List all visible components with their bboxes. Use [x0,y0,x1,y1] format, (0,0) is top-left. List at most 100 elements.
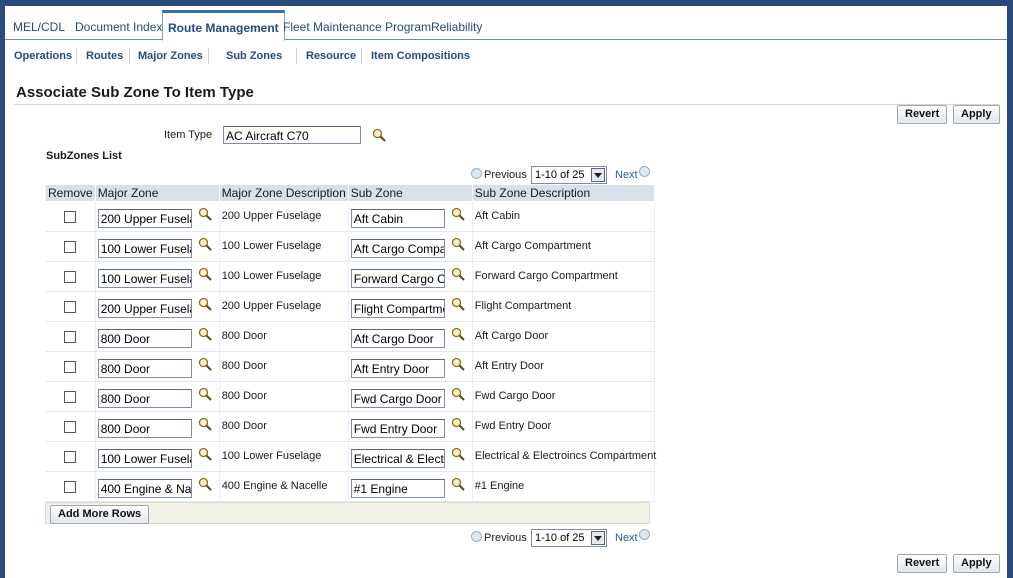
item-type-search-icon[interactable] [372,128,386,142]
sub-zone-input[interactable]: Electrical & Elect [350,449,445,468]
major-zone-cell: 200 Upper Fusela [95,201,220,232]
major-zone-input[interactable]: 100 Lower Fusela [97,239,192,258]
sub-zone-input[interactable]: Fwd Cargo Door [350,389,445,408]
sub-zone-description-cell: Aft Entry Door [472,351,655,382]
sub-zone-search-icon[interactable] [451,447,465,461]
remove-checkbox[interactable] [64,300,77,313]
tab-fleet-maintenance-program[interactable]: Fleet Maintenance Program [283,20,431,34]
subtab-operations[interactable]: Operations [14,50,72,62]
sub-tab-bar: Operations Routes Major Zones Sub Zones … [5,41,1007,71]
major-zone-description-cell: 800 Door [219,351,349,382]
sub-zone-description-cell: Fwd Cargo Door [472,381,655,412]
sub-zone-input[interactable]: #1 Engine [350,479,445,498]
remove-checkbox[interactable] [64,450,77,463]
major-zone-description: 800 Door [221,390,267,402]
remove-checkbox[interactable] [64,480,77,493]
major-zone-search-icon[interactable] [198,207,212,221]
remove-cell [45,321,96,352]
sub-zone-search-icon[interactable] [451,207,465,221]
sub-zone-input[interactable]: Aft Cargo Door [350,329,445,348]
major-zone-input[interactable]: 100 Lower Fusela [97,269,192,288]
sub-zone-search-icon[interactable] [451,237,465,251]
sub-zone-cell: Aft Cargo Door [348,321,473,352]
major-zone-input[interactable]: 200 Upper Fusela [97,209,192,228]
sub-zone-input[interactable]: Flight Compartme [350,299,445,318]
major-zone-description-cell: 400 Engine & Nacelle [219,471,349,502]
remove-checkbox[interactable] [64,240,77,253]
apply-button-bottom[interactable]: Apply [953,554,1000,573]
tab-mel-cdl[interactable]: MEL/CDL [13,20,65,34]
major-zone-cell: 100 Lower Fusela [95,261,220,292]
revert-button-bottom[interactable]: Revert [897,554,948,573]
tab-reliability[interactable]: Reliability [431,20,482,34]
major-zone-search-icon[interactable] [198,327,212,341]
sub-zone-input[interactable]: Aft Entry Door [350,359,445,378]
major-zone-cell: 400 Engine & Na [95,471,220,502]
apply-button-top[interactable]: Apply [953,105,1000,124]
subtab-routes[interactable]: Routes [86,50,123,62]
previous-link-bottom[interactable]: Previous [484,532,527,544]
sub-zone-search-icon[interactable] [451,267,465,281]
major-zone-input[interactable]: 100 Lower Fusela [97,449,192,468]
major-zone-cell: 800 Door [95,351,220,382]
major-zone-description: 100 Lower Fuselage [221,240,322,252]
remove-cell [45,471,96,502]
sub-zone-input[interactable]: Forward Cargo C [350,269,445,288]
add-more-rows-button[interactable]: Add More Rows [50,505,150,524]
major-zone-input[interactable]: 400 Engine & Na [97,479,192,498]
subtab-major-zones[interactable]: Major Zones [138,50,203,62]
previous-link-top[interactable]: Previous [484,169,527,181]
sub-zone-search-icon[interactable] [451,297,465,311]
sub-zone-input[interactable]: Aft Cabin [350,209,445,228]
major-zone-description: 800 Door [221,330,267,342]
next-link-bottom[interactable]: Next [615,532,638,544]
next-arrow-icon[interactable] [639,166,650,177]
sub-zone-description: Flight Compartment [474,300,572,312]
major-zone-input[interactable]: 800 Door [97,329,192,348]
subtab-item-compositions[interactable]: Item Compositions [371,50,470,62]
next-arrow-icon[interactable] [639,529,650,540]
remove-cell [45,381,96,412]
table-row: 400 Engine & Na 400 Engine & Nacelle #1 En… [45,471,655,502]
sub-zone-search-icon[interactable] [451,477,465,491]
sub-zone-input[interactable]: Fwd Entry Door [350,419,445,438]
sub-zone-search-icon[interactable] [451,357,465,371]
major-zone-input[interactable]: 200 Upper Fusela [97,299,192,318]
remove-checkbox[interactable] [64,420,77,433]
subtab-sub-zones[interactable]: Sub Zones [226,50,282,62]
tab-route-management[interactable]: Route Management [162,10,285,41]
major-zone-input[interactable]: 800 Door [97,389,192,408]
remove-checkbox[interactable] [64,390,77,403]
dropdown-arrow-icon[interactable] [591,531,605,545]
dropdown-arrow-icon[interactable] [591,168,605,182]
item-type-field[interactable]: AC Aircraft C70 [223,126,361,144]
remove-checkbox[interactable] [64,270,77,283]
major-zone-search-icon[interactable] [198,297,212,311]
major-zone-search-icon[interactable] [198,387,212,401]
next-link-top[interactable]: Next [615,169,638,181]
sub-zone-cell: Forward Cargo C [348,261,473,292]
subtab-resource[interactable]: Resource [306,50,356,62]
major-zone-input[interactable]: 800 Door [97,419,192,438]
major-zone-search-icon[interactable] [198,237,212,251]
major-zone-search-icon[interactable] [198,357,212,371]
sub-zone-search-icon[interactable] [451,387,465,401]
sub-zone-input[interactable]: Aft Cargo Compa [350,239,445,258]
sub-zone-search-icon[interactable] [451,327,465,341]
major-zone-input[interactable]: 800 Door [97,359,192,378]
major-zone-search-icon[interactable] [198,477,212,491]
subzones-list-title: SubZones List [46,150,122,162]
remove-checkbox[interactable] [64,360,77,373]
remove-checkbox[interactable] [64,330,77,343]
major-zone-search-icon[interactable] [198,447,212,461]
tab-document-index[interactable]: Document Index [75,20,162,34]
sub-zone-description-cell: #1 Engine [472,471,655,502]
remove-checkbox[interactable] [64,210,77,223]
revert-button-top[interactable]: Revert [897,105,948,124]
sub-zone-description: Aft Cargo Compartment [474,240,591,252]
major-zone-search-icon[interactable] [198,267,212,281]
major-zone-search-icon[interactable] [198,417,212,431]
remove-cell [45,261,96,292]
sub-zone-search-icon[interactable] [451,417,465,431]
item-type-label: Item Type [164,129,213,141]
